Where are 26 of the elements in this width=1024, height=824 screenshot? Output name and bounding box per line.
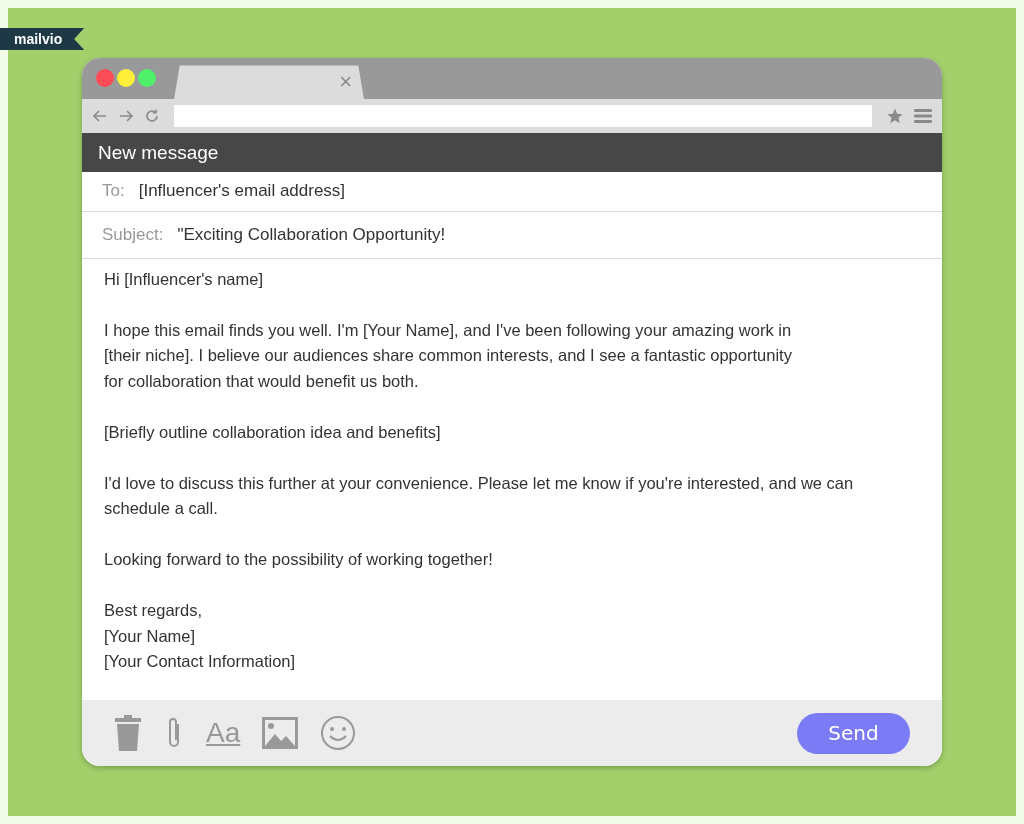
message-paragraph: Looking forward to the possibility of working together! [104,549,494,571]
menu-icon[interactable] [914,108,932,125]
tab-close-button[interactable]: × [339,71,352,94]
to-field[interactable]: [Influencer's email address] [138,181,346,202]
to-label: To: [102,181,125,202]
address-bar[interactable] [174,105,872,128]
close-window-icon[interactable] [96,68,114,87]
trash-icon[interactable] [114,715,142,752]
maximize-window-icon[interactable] [138,68,156,87]
message-paragraph: I'd love to discuss this further at your convenience. Please let me know if you're interested, and we can schedule a call. [104,472,855,520]
text-format-button[interactable]: Aa [206,717,241,750]
message-paragraph: [Briefly outline collaboration idea and benefits] [104,421,442,443]
compose-title: New message [98,141,219,164]
reload-icon[interactable] [144,108,160,125]
smiley-icon[interactable] [320,715,357,752]
logo: mailvio [0,28,85,50]
message-paragraph: Hi [Influencer's name] [104,268,265,290]
message-paragraph: I hope this email finds you well. I'm [Your Name], and I've been following your amazing work in [their niche]. I believe our audiences share common interests, and I see a fantastic opportunity for collaboration that would benefit us both. [104,319,793,392]
image-icon[interactable] [262,717,299,750]
minimize-window-icon[interactable] [117,68,135,87]
subject-label: Subject: [102,224,164,245]
star-icon[interactable] [886,107,904,126]
browser-tab[interactable]: × [174,65,364,100]
message-paragraph: Best regards, [Your Name] [Your Contact Information] [104,600,297,673]
subject-field[interactable]: "Exciting Collaboration Opportunity! [177,224,446,245]
send-button[interactable]: Send [797,712,910,754]
